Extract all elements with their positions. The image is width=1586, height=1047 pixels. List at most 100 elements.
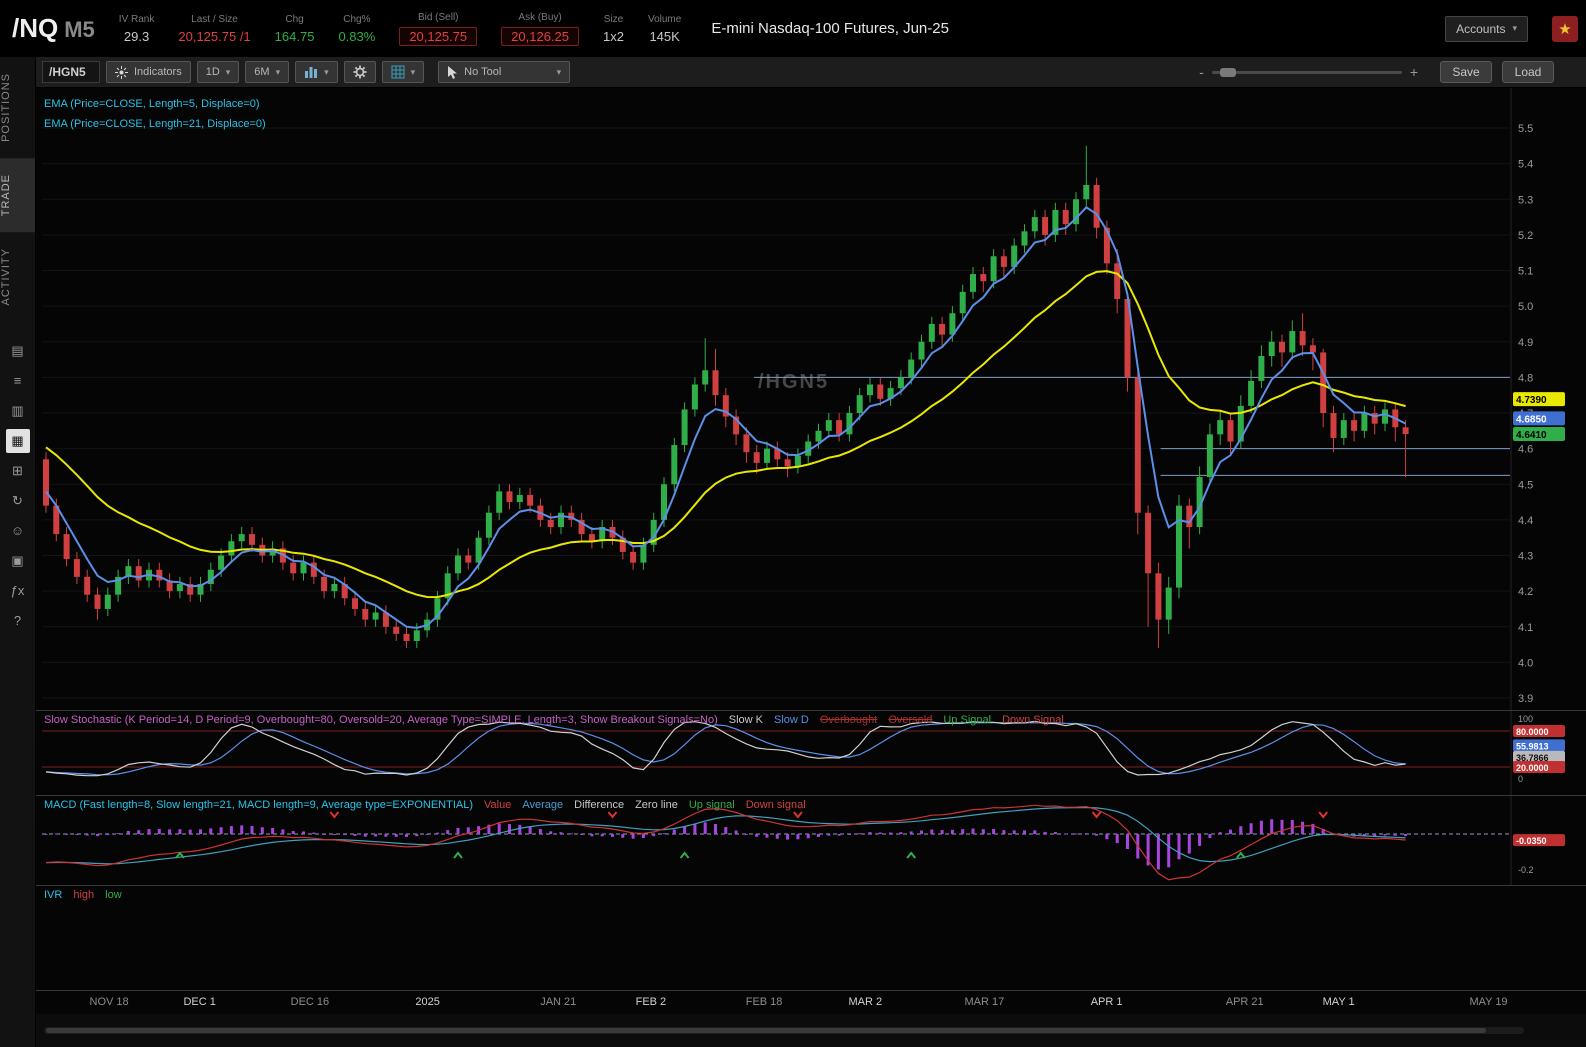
- macd-histogram-bar: [766, 834, 769, 838]
- macd-histogram-bar: [580, 834, 583, 835]
- symbol-ticker[interactable]: /NQ: [12, 13, 58, 44]
- svg-text:80.0000: 80.0000: [1516, 727, 1549, 737]
- chart-grid-icon[interactable]: ▦: [6, 429, 30, 453]
- macd-histogram-bar: [724, 827, 727, 834]
- support-icon[interactable]: ★: [1552, 16, 1578, 42]
- chart-symbol-input[interactable]: /HGN5: [42, 61, 100, 83]
- macd-histogram-bar: [251, 826, 254, 834]
- timeframe-badge: M5: [64, 17, 95, 43]
- macd-histogram-bar: [1404, 834, 1407, 836]
- candle: [64, 534, 70, 559]
- stat-chg: Chg 164.75: [275, 14, 315, 44]
- candle: [1341, 420, 1347, 438]
- macd-histogram-bar: [405, 834, 408, 837]
- up-signal-arrow: [681, 853, 689, 858]
- chart-workspace: /HGN5 Indicators 1D ▾ 6M: [36, 57, 1586, 1047]
- candle: [1155, 573, 1161, 619]
- zoom-out-button[interactable]: -: [1199, 64, 1204, 80]
- candle: [991, 256, 997, 281]
- ema5-legend[interactable]: EMA (Price=CLOSE, Length=5, Displace=0): [44, 94, 266, 114]
- candle: [1176, 506, 1182, 588]
- macd-histogram-bar: [786, 834, 789, 840]
- macd-histogram-bar: [529, 827, 532, 834]
- zoom-in-button[interactable]: +: [1410, 64, 1418, 80]
- macd-histogram-bar: [735, 831, 738, 834]
- sidebar-tab-activity[interactable]: ACTIVITY: [0, 232, 35, 322]
- ledger-icon[interactable]: ▥: [6, 399, 30, 423]
- watermark: /HGN5: [758, 371, 829, 393]
- chart-settings-button[interactable]: [344, 61, 376, 83]
- macd-histogram-bar: [611, 834, 614, 837]
- candle: [156, 570, 162, 581]
- zoom-slider-handle[interactable]: [1220, 68, 1236, 77]
- down-signal-arrow: [330, 812, 338, 817]
- apps-icon[interactable]: ⊞: [6, 459, 30, 483]
- time-axis-label: DEC 1: [183, 996, 215, 1008]
- candle: [373, 613, 379, 620]
- candle: [1032, 217, 1038, 231]
- macd-histogram-bar: [982, 829, 985, 834]
- watchlist-icon[interactable]: ≡: [6, 369, 30, 393]
- macd-average-line: [46, 808, 1406, 864]
- macd-histogram-bar: [807, 834, 810, 838]
- help-icon[interactable]: ?: [6, 609, 30, 633]
- candle: [785, 459, 791, 466]
- ask-button[interactable]: 20,126.25: [501, 27, 579, 46]
- left-sidebar: POSITIONS TRADE ACTIVITY ▤ ≡ ▥ ▦ ⊞ ↻ ☺ ▣ ƒx?: [0, 57, 36, 1047]
- time-axis-label: MAR 2: [848, 996, 882, 1008]
- macd-histogram-bar: [992, 829, 995, 834]
- accounts-button[interactable]: Accounts ▾: [1445, 16, 1528, 42]
- macd-histogram-bar: [601, 834, 604, 836]
- timeframe-dropdown[interactable]: 1D ▾: [197, 61, 240, 83]
- range-dropdown[interactable]: 6M ▾: [245, 61, 289, 83]
- chart-type-dropdown[interactable]: ▾: [295, 61, 338, 83]
- history-icon[interactable]: ↻: [6, 489, 30, 513]
- monitor-icon[interactable]: ▤: [6, 339, 30, 363]
- load-button[interactable]: Load: [1502, 61, 1554, 83]
- macd-histogram-bar: [693, 824, 696, 834]
- time-axis-label: DEC 16: [291, 996, 330, 1008]
- candle: [486, 513, 492, 538]
- ema21-legend[interactable]: EMA (Price=CLOSE, Length=21, Displace=0): [44, 114, 266, 134]
- macd-histogram-bar: [446, 830, 449, 834]
- candle: [1207, 434, 1213, 477]
- study-legend: EMA (Price=CLOSE, Length=5, Displace=0) …: [44, 94, 266, 134]
- save-button[interactable]: Save: [1440, 61, 1492, 83]
- legend-item: Difference: [574, 799, 624, 811]
- time-axis-label: APR 21: [1226, 996, 1264, 1008]
- compare-grid-dropdown[interactable]: ▾: [382, 61, 425, 83]
- zoom-slider[interactable]: [1212, 71, 1402, 74]
- sidebar-tab-positions[interactable]: POSITIONS: [0, 57, 35, 158]
- chevron-down-icon: ▾: [226, 67, 231, 78]
- chevron-down-icon: ▾: [324, 67, 329, 78]
- time-axis-label: JAN 21: [540, 996, 576, 1008]
- candle: [1166, 588, 1172, 620]
- candle: [877, 385, 883, 399]
- contacts-icon[interactable]: ☺: [6, 519, 30, 543]
- ivr-pane[interactable]: IVRhighlow: [36, 885, 1586, 990]
- legend-item: Average: [522, 799, 563, 811]
- macd-histogram-bar: [1054, 832, 1057, 834]
- macd-histogram-bar: [45, 834, 48, 835]
- fx-icon[interactable]: ƒx: [6, 579, 30, 603]
- stochastic-pane[interactable]: 100080.000055.981336.786620.0000 Slow St…: [36, 710, 1586, 795]
- legend-item: MACD (Fast length=8, Slow length=21, MAC…: [44, 799, 473, 811]
- macd-histogram-bar: [1229, 830, 1232, 834]
- time-scrollbar[interactable]: [44, 1027, 1524, 1034]
- sidebar-tab-trade[interactable]: TRADE: [0, 158, 35, 232]
- macd-histogram-bar: [848, 834, 851, 835]
- candle: [404, 634, 410, 641]
- snapshot-icon[interactable]: ▣: [6, 549, 30, 573]
- time-scrollbar-handle[interactable]: [46, 1028, 1486, 1033]
- indicators-button[interactable]: Indicators: [106, 61, 191, 83]
- macd-histogram-bar: [395, 834, 398, 837]
- price-pane[interactable]: 3.94.04.14.24.34.44.54.64.74.84.95.05.15…: [36, 88, 1586, 710]
- candle: [84, 577, 90, 595]
- macd-pane[interactable]: -0.2-0.0350 MACD (Fast length=8, Slow le…: [36, 795, 1586, 885]
- candle: [290, 563, 296, 574]
- bid-button[interactable]: 20,125.75: [399, 27, 477, 46]
- drawing-tool-dropdown[interactable]: No Tool ▾: [438, 61, 570, 83]
- macd-histogram-bar: [899, 832, 902, 834]
- candle: [74, 559, 80, 577]
- candle: [476, 538, 482, 563]
